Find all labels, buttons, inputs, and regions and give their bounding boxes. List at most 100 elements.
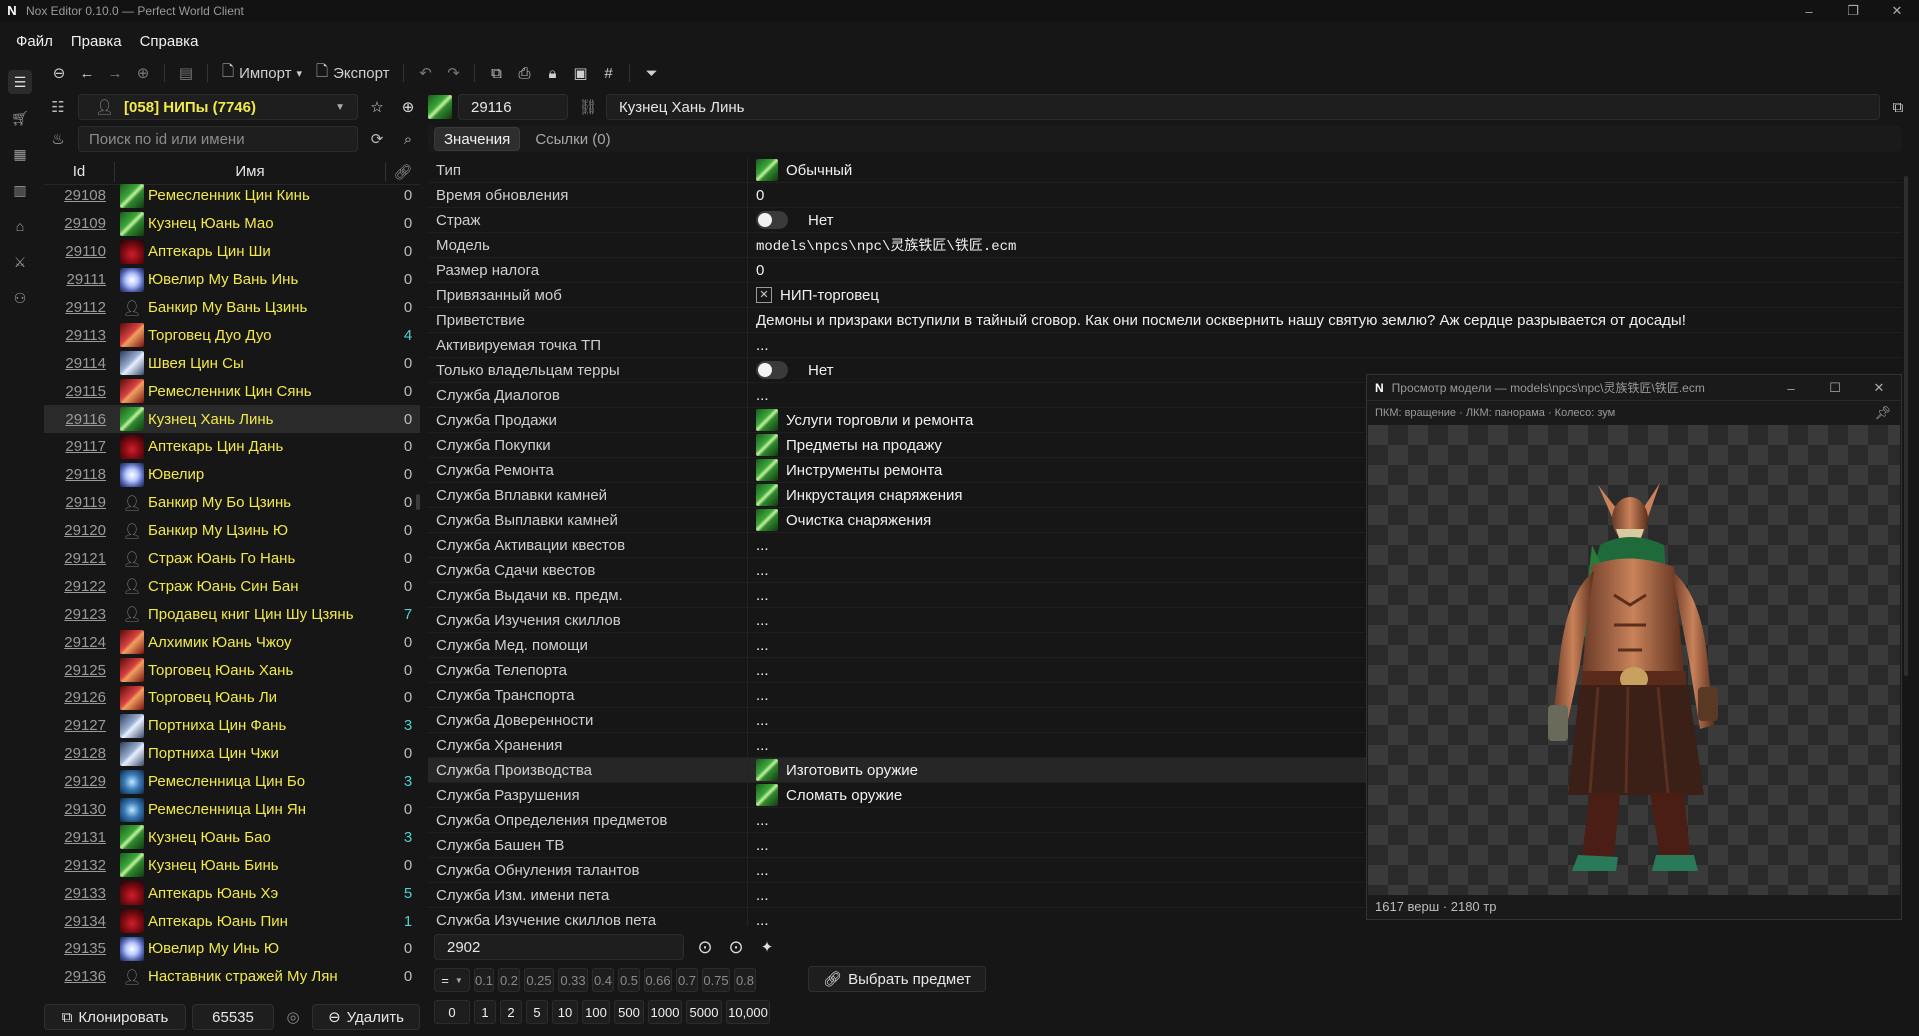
number-chip[interactable]: 5000 xyxy=(686,1000,722,1024)
list-item[interactable]: 29133 Аптекарь Юань Хэ 5 xyxy=(44,879,420,907)
list-item[interactable]: 29125 Торговец Юань Хань 0 xyxy=(44,656,420,684)
hash-icon[interactable]: # xyxy=(595,60,621,86)
list-item[interactable]: 29128 Портниха Цин Чжи 0 xyxy=(44,740,420,768)
filter-icon[interactable]: ⏷ xyxy=(638,60,664,86)
list-item-id[interactable]: 29122 xyxy=(44,578,114,595)
property-row[interactable]: Модель models\npcs\npc\灵族铁匠\铁匠.ecm xyxy=(428,232,1902,258)
property-value[interactable]: 0 xyxy=(748,187,764,204)
property-row[interactable]: Страж Нет xyxy=(428,207,1902,233)
props-scrollbar[interactable] xyxy=(1904,176,1908,676)
save-icon[interactable]: ▤ xyxy=(173,60,199,86)
toggle-switch[interactable] xyxy=(756,361,788,379)
list-item[interactable]: 29112 👤︎ Банкир Му Вань Цзинь 0 xyxy=(44,294,420,322)
history-back-icon[interactable]: ⊖ xyxy=(46,60,72,86)
forward-arrow-icon[interactable]: → xyxy=(102,60,128,86)
list-item[interactable]: 29130 Ремесленница Цин Ян 0 xyxy=(44,796,420,824)
toggle-switch[interactable] xyxy=(756,211,788,229)
minimize-button[interactable]: – xyxy=(1787,0,1831,22)
list-item-id[interactable]: 29127 xyxy=(44,717,114,734)
refresh-icon[interactable]: ⟳ xyxy=(364,126,390,152)
record-id-field[interactable]: 29116 xyxy=(458,94,568,120)
pick-item-button[interactable]: 🔗︎ Выбрать предмет xyxy=(808,966,986,992)
record-name-field[interactable]: Кузнец Хань Линь xyxy=(606,94,1880,120)
property-value[interactable]: ... xyxy=(748,687,769,704)
list-item[interactable]: 29111 Ювелир Му Вань Инь 0 xyxy=(44,266,420,294)
list-item-id[interactable]: 29136 xyxy=(44,968,114,985)
lock-icon[interactable]: 🔒︎ xyxy=(539,60,565,86)
property-value[interactable]: ... xyxy=(748,862,769,879)
close-button[interactable]: ✕ xyxy=(1875,0,1919,22)
property-value[interactable]: Услуги торговли и ремонта xyxy=(748,409,973,431)
property-value[interactable]: ... xyxy=(748,712,769,729)
number-chip[interactable]: 10,000 xyxy=(726,1000,770,1024)
next-id-field[interactable]: 65535 xyxy=(192,1004,274,1030)
list-item[interactable]: 29114 Швея Цин Сы 0 xyxy=(44,349,420,377)
list-item[interactable]: 29129 Ремесленница Цин Бо 3 xyxy=(44,768,420,796)
property-value[interactable]: ... xyxy=(748,612,769,629)
redo-icon[interactable]: ↷ xyxy=(440,60,466,86)
list-item[interactable]: 29134 Аптекарь Юань Пин 1 xyxy=(44,907,420,935)
list-item-id[interactable]: 29118 xyxy=(44,466,114,483)
list-item[interactable]: 29110 Аптекарь Цин Ши 0 xyxy=(44,238,420,266)
column-id[interactable]: Id xyxy=(44,163,114,180)
list-item-id[interactable]: 29128 xyxy=(44,745,114,762)
search-icon[interactable]: ⌕ xyxy=(395,126,421,152)
list-scrollbar[interactable] xyxy=(416,494,420,510)
property-value[interactable]: Предметы на продажу xyxy=(748,434,942,456)
property-value[interactable]: ... xyxy=(748,562,769,579)
list-item[interactable]: 29113 Торговец Дуо Дуо 4 xyxy=(44,321,420,349)
property-row[interactable]: Размер налога 0 xyxy=(428,257,1902,283)
property-value[interactable]: Сломать оружие xyxy=(748,784,902,806)
property-value[interactable]: ... xyxy=(748,662,769,679)
list-item[interactable]: 29136 👤︎ Наставник стражей Му Лян 0 xyxy=(44,963,420,988)
search-input[interactable]: Поиск по id или имени xyxy=(78,126,358,152)
panel-icon[interactable]: ▣ xyxy=(567,60,593,86)
list-item[interactable]: 29135 Ювелир Му Инь Ю 0 xyxy=(44,935,420,963)
column-links-icon[interactable]: 🔗︎ xyxy=(386,163,420,181)
list-item-id[interactable]: 29121 xyxy=(44,550,114,567)
property-value[interactable]: ... xyxy=(748,912,769,927)
number-chip[interactable]: 1 xyxy=(474,1000,496,1024)
number-chip[interactable]: 2 xyxy=(500,1000,522,1024)
multiplier-chip[interactable]: 0.33 xyxy=(558,968,588,992)
multiplier-chip[interactable]: 0.7 xyxy=(676,968,698,992)
list-settings-icon[interactable]: ☷ xyxy=(44,94,72,120)
property-value[interactable]: ... xyxy=(748,837,769,854)
list-item[interactable]: 29132 Кузнец Юань Бинь 0 xyxy=(44,851,420,879)
number-chip[interactable]: 1000 xyxy=(648,1000,682,1024)
property-value[interactable]: Нет xyxy=(748,211,834,229)
viewer-maximize-button[interactable]: ☐ xyxy=(1813,375,1857,401)
pin-icon[interactable]: 📌︎ xyxy=(1874,405,1891,421)
download-icon[interactable]: ⊕ xyxy=(395,94,421,120)
rail-people-icon[interactable]: ⚇ xyxy=(8,286,32,310)
back-arrow-icon[interactable]: ← xyxy=(74,60,100,86)
tab-values[interactable]: Значения xyxy=(434,127,521,151)
rail-list-icon[interactable]: ☰ xyxy=(8,70,32,94)
export-button[interactable]: 🗋 Экспорт xyxy=(310,60,395,86)
list-item[interactable]: 29118 Ювелир 0 xyxy=(44,461,420,489)
property-value[interactable]: ... xyxy=(748,537,769,554)
list-item-id[interactable]: 29114 xyxy=(44,355,114,372)
list-item-id[interactable]: 29130 xyxy=(44,801,114,818)
viewer-close-button[interactable]: ✕ xyxy=(1857,375,1901,401)
property-value[interactable]: ... xyxy=(748,637,769,654)
property-value[interactable]: ... xyxy=(748,812,769,829)
print-icon[interactable]: ⎙ xyxy=(511,60,537,86)
list-item[interactable]: 29124 Алхимик Юань Чжоу 0 xyxy=(44,628,420,656)
list-item-id[interactable]: 29119 xyxy=(44,494,114,511)
property-row[interactable]: Тип Обычный xyxy=(428,158,1902,183)
list-item-id[interactable]: 29115 xyxy=(44,383,114,400)
property-value[interactable]: Инструменты ремонта xyxy=(748,459,942,481)
number-chip[interactable]: 5 xyxy=(526,1000,548,1024)
list-item-id[interactable]: 29134 xyxy=(44,913,114,930)
list-item-id[interactable]: 29113 xyxy=(44,327,114,344)
number-chip[interactable]: 500 xyxy=(614,1000,644,1024)
list-item-id[interactable]: 29125 xyxy=(44,662,114,679)
property-row[interactable]: Время обновления 0 xyxy=(428,182,1902,208)
compare-icon[interactable]: ⧉ xyxy=(483,60,509,86)
property-value[interactable]: 0 xyxy=(748,262,764,279)
list-item[interactable]: 29115 Ремесленник Цин Сянь 0 xyxy=(44,377,420,405)
list-item[interactable]: 29121 👤︎ Страж Юань Го Нань 0 xyxy=(44,545,420,573)
list-item-id[interactable]: 29110 xyxy=(44,243,114,260)
value-input[interactable]: 2902 xyxy=(434,934,684,960)
